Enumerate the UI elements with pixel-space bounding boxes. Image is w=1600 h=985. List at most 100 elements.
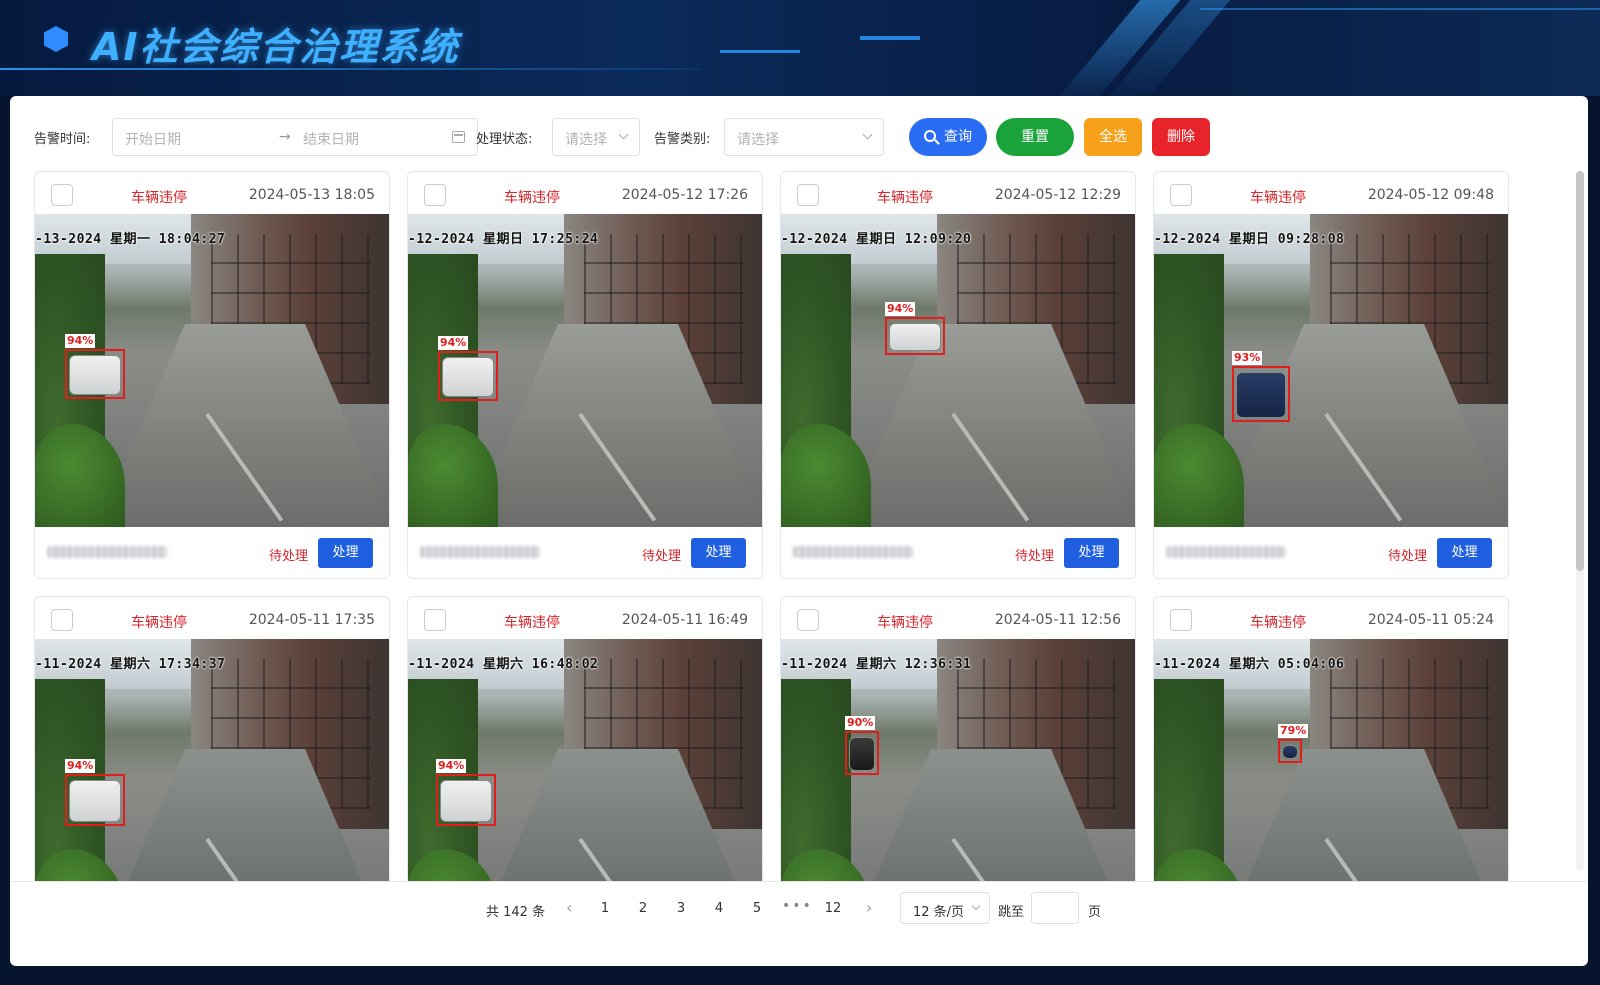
camera-osd-timestamp: -12-2024 星期日 12:09:20	[781, 232, 972, 247]
main-panel: 告警时间: 开始日期 → 结束日期 处理状态: 请选择 告警类别: 请选择 查询…	[10, 96, 1588, 966]
alert-type: 车辆违停	[504, 190, 560, 206]
alert-time: 2024-05-11 17:35	[248, 612, 375, 628]
alert-time: 2024-05-12 12:29	[994, 187, 1121, 203]
page-1-button[interactable]: 1	[590, 901, 620, 916]
card-checkbox[interactable]	[1170, 184, 1192, 206]
category-select[interactable]: 请选择	[724, 118, 884, 156]
detection-box	[65, 774, 125, 826]
category-select-placeholder: 请选择	[737, 132, 779, 148]
alert-snapshot-image[interactable]: 94% -13-2024 星期一 18:04:27	[35, 214, 389, 527]
alert-type: 车辆违停	[504, 615, 560, 631]
card-checkbox[interactable]	[424, 609, 446, 631]
process-button[interactable]: 处理	[1437, 538, 1492, 568]
detection-confidence: 94%	[65, 759, 96, 773]
camera-osd-timestamp: -12-2024 星期日 09:28:08	[1154, 232, 1345, 247]
blurred-location	[47, 546, 167, 558]
query-button[interactable]: 查询	[909, 118, 987, 156]
date-range-picker[interactable]: 开始日期 → 结束日期	[112, 118, 478, 156]
process-button[interactable]: 处理	[318, 538, 373, 568]
page-4-button[interactable]: 4	[704, 901, 734, 916]
alert-time: 2024-05-12 17:26	[621, 187, 748, 203]
chevron-down-icon	[971, 901, 981, 911]
prev-page-button[interactable]: ‹	[566, 898, 572, 917]
process-button[interactable]: 处理	[691, 538, 746, 568]
detection-box	[438, 351, 498, 401]
alert-time: 2024-05-11 16:49	[621, 612, 748, 628]
page-size-select[interactable]: 12 条/页	[900, 892, 990, 924]
detection-confidence: 90%	[845, 716, 876, 730]
card-checkbox[interactable]	[424, 184, 446, 206]
search-icon	[924, 130, 936, 142]
alert-time: 2024-05-13 18:05	[248, 187, 375, 203]
query-button-label: 查询	[944, 129, 972, 145]
status-badge: 待处理	[1015, 549, 1055, 564]
alert-card[interactable]: 车辆违停 2024-05-11 16:49 94% -11-2024 星期六 1…	[407, 596, 763, 881]
detection-confidence: 94%	[885, 302, 916, 316]
card-checkbox[interactable]	[797, 609, 819, 631]
alert-card[interactable]: 车辆违停 2024-05-12 12:29 94% -12-2024 星期日 1…	[780, 171, 1136, 579]
status-badge: 待处理	[269, 549, 309, 564]
process-button[interactable]: 处理	[1064, 538, 1119, 568]
card-checkbox[interactable]	[797, 184, 819, 206]
end-date-input[interactable]: 结束日期	[303, 129, 359, 149]
alert-card[interactable]: 车辆违停 2024-05-11 12:56 90% -11-2024 星期六 1…	[780, 596, 1136, 881]
alert-time: 2024-05-11 12:56	[994, 612, 1121, 628]
logo-hex-icon	[44, 26, 68, 52]
alert-card[interactable]: 车辆违停 2024-05-12 17:26 94% -12-2024 星期日 1…	[407, 171, 763, 579]
alert-type: 车辆违停	[877, 190, 933, 206]
alert-card[interactable]: 车辆违停 2024-05-11 17:35 94% -11-2024 星期六 1…	[34, 596, 390, 881]
camera-osd-timestamp: -11-2024 星期六 05:04:06	[1154, 657, 1345, 672]
alert-snapshot-image[interactable]: 90% -11-2024 星期六 12:36:31	[781, 639, 1135, 881]
photo-bush	[35, 424, 125, 527]
camera-osd-timestamp: -11-2024 星期六 12:36:31	[781, 657, 972, 672]
status-badge: 待处理	[1388, 549, 1428, 564]
page-size-label: 12 条/页	[913, 905, 965, 920]
card-checkbox[interactable]	[1170, 609, 1192, 631]
more-pages-icon[interactable]: •••	[782, 898, 813, 914]
total-count: 共 142 条	[486, 905, 546, 920]
alert-card[interactable]: 车辆违停 2024-05-13 18:05 94% -13-2024 星期一 1…	[34, 171, 390, 579]
page-3-button[interactable]: 3	[666, 901, 696, 916]
calendar-icon	[452, 131, 465, 143]
status-badge: 待处理	[642, 549, 682, 564]
alert-snapshot-image[interactable]: 93% -12-2024 星期日 09:28:08	[1154, 214, 1508, 527]
page-5-button[interactable]: 5	[742, 901, 772, 916]
alert-time: 2024-05-12 09:48	[1367, 187, 1494, 203]
grid-scrollbar[interactable]	[1576, 171, 1584, 871]
card-checkbox[interactable]	[51, 609, 73, 631]
detection-confidence: 93%	[1232, 351, 1263, 365]
status-select[interactable]: 请选择	[552, 118, 640, 156]
detection-box	[885, 317, 945, 355]
detection-box	[436, 774, 496, 826]
status-select-placeholder: 请选择	[565, 132, 607, 148]
start-date-input[interactable]: 开始日期	[125, 129, 181, 149]
alert-card[interactable]: 车辆违停 2024-05-12 09:48 93% -12-2024 星期日 0…	[1153, 171, 1509, 579]
camera-osd-timestamp: -13-2024 星期一 18:04:27	[35, 232, 226, 247]
alert-snapshot-image[interactable]: 94% -11-2024 星期六 17:34:37	[35, 639, 389, 881]
alert-type: 车辆违停	[877, 615, 933, 631]
next-page-button[interactable]: ›	[866, 898, 872, 917]
alert-type: 车辆违停	[131, 190, 187, 206]
delete-button[interactable]: 删除	[1152, 118, 1210, 156]
card-checkbox[interactable]	[51, 184, 73, 206]
scrollbar-thumb[interactable]	[1576, 171, 1584, 571]
app-title: AI社会综合治理系统	[92, 25, 460, 69]
alert-snapshot-image[interactable]: 94% -11-2024 星期六 16:48:02	[408, 639, 762, 881]
alert-type: 车辆违停	[1250, 190, 1306, 206]
detection-confidence: 79%	[1278, 724, 1309, 738]
goto-page-input[interactable]	[1031, 892, 1079, 924]
alert-snapshot-image[interactable]: 94% -12-2024 星期日 17:25:24	[408, 214, 762, 527]
alert-snapshot-image[interactable]: 79% -11-2024 星期六 05:04:06	[1154, 639, 1508, 881]
page-12-button[interactable]: 12	[818, 901, 848, 916]
status-filter-label: 处理状态:	[476, 132, 533, 147]
camera-osd-timestamp: -11-2024 星期六 16:48:02	[408, 657, 599, 672]
blurred-location	[1166, 546, 1286, 558]
photo-bush	[781, 424, 871, 527]
page-2-button[interactable]: 2	[628, 901, 658, 916]
alert-snapshot-image[interactable]: 94% -12-2024 星期日 12:09:20	[781, 214, 1135, 527]
reset-button[interactable]: 重置	[996, 118, 1074, 156]
goto-suffix: 页	[1088, 905, 1102, 920]
select-all-button[interactable]: 全选	[1084, 118, 1142, 156]
alert-card[interactable]: 车辆违停 2024-05-11 05:24 79% -11-2024 星期六 0…	[1153, 596, 1509, 881]
alert-type: 车辆违停	[1250, 615, 1306, 631]
